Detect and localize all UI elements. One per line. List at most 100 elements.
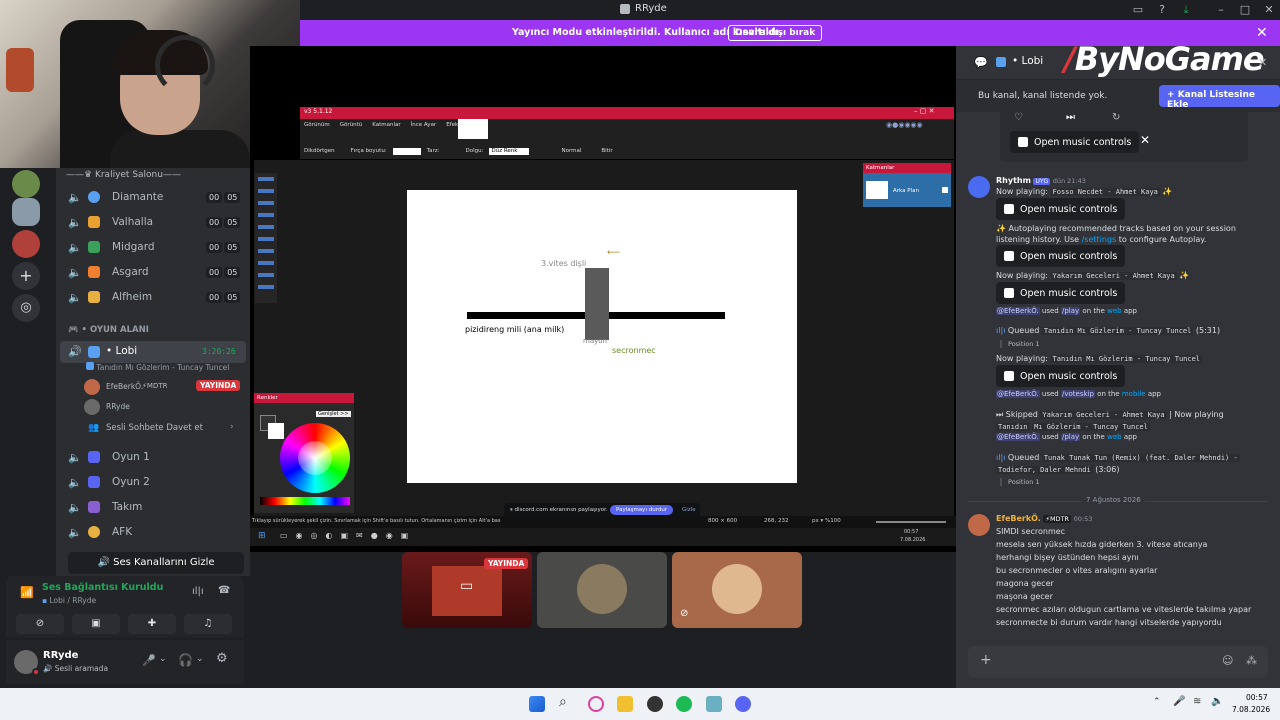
- stream-tile-screenshare[interactable]: ▭ YAYINDA: [402, 552, 532, 628]
- avatar[interactable]: [968, 514, 990, 536]
- member-efeberko[interactable]: EfeBerkÖ. ⚡MDTR YAYINDA: [84, 378, 244, 396]
- explore-icon[interactable]: ◎: [12, 294, 40, 322]
- help-icon[interactable]: ?: [1155, 3, 1169, 17]
- headphones-icon[interactable]: 🎧: [178, 653, 193, 667]
- app-icon-network[interactable]: [706, 696, 722, 712]
- channel-oyun-1[interactable]: 🔈 Oyun 1: [56, 447, 250, 469]
- channel-takim[interactable]: 🔈 Takım: [56, 497, 250, 519]
- server-icon-3[interactable]: [12, 230, 40, 258]
- channel-midgard[interactable]: 🔈 Midgard 00 05: [56, 237, 250, 259]
- open-music-controls-button[interactable]: Open music controls: [996, 282, 1126, 304]
- category-oyun-alani[interactable]: 🎮 • OYUN ALANI: [68, 325, 149, 335]
- minimize-icon[interactable]: –: [1214, 3, 1228, 17]
- tool-rectangle[interactable]: Dikdörtgen: [304, 148, 335, 155]
- invite-to-voice[interactable]: 👥 Sesli Sohbete Davet et ›: [84, 421, 244, 437]
- apps-icon[interactable]: ⁂: [1246, 654, 1257, 667]
- refresh-icon[interactable]: ↻: [1112, 112, 1120, 123]
- hide-voice-channels-button[interactable]: 🔊 Ses Kanallarını Gizle: [68, 552, 244, 574]
- stop-sharing-button[interactable]: Paylaşmayı durdur: [610, 505, 674, 515]
- inbox-icon[interactable]: ▭: [1131, 3, 1145, 17]
- color-palette[interactable]: [260, 497, 350, 505]
- add-to-channel-list-button[interactable]: + Kanal Listesine Ekle: [1159, 85, 1280, 110]
- menu-adjust[interactable]: İnce Ayar: [411, 122, 437, 128]
- layer-visible-checkbox[interactable]: [942, 187, 948, 193]
- menu-view[interactable]: Görünüm: [304, 122, 330, 128]
- clock-time[interactable]: 00:57: [1246, 693, 1268, 702]
- paint-thumbnail[interactable]: [458, 119, 488, 139]
- zoom-slider[interactable]: [876, 521, 946, 523]
- search-icon[interactable]: ⌕: [559, 694, 567, 710]
- open-music-controls-button[interactable]: Open music controls: [996, 198, 1126, 220]
- blend-mode[interactable]: Normal: [561, 148, 581, 155]
- member-rryde[interactable]: RRyde: [84, 398, 244, 416]
- paint-window-controls[interactable]: – ▢ ✕: [914, 107, 934, 115]
- message-input[interactable]: + ☺ ⁂: [968, 646, 1268, 678]
- finish-button[interactable]: Bitir: [601, 148, 612, 155]
- close-chat-icon[interactable]: ✕: [1258, 56, 1267, 69]
- bot-name[interactable]: Rhythm: [996, 176, 1031, 185]
- microphone-icon[interactable]: 🎤: [142, 654, 156, 667]
- discord-icon[interactable]: [735, 696, 751, 712]
- soundboard-button[interactable]: ♫: [184, 614, 232, 634]
- spotify-icon[interactable]: [676, 696, 692, 712]
- channel-valhalla[interactable]: 🔈 Valhalla 00 05: [56, 212, 250, 234]
- secondary-color[interactable]: [268, 423, 284, 439]
- activities-button[interactable]: ✚: [128, 614, 176, 634]
- open-music-controls-button[interactable]: Open music controls: [1010, 131, 1140, 153]
- participant-tile-rryde[interactable]: ⊘: [672, 552, 802, 628]
- color-wheel[interactable]: [280, 423, 350, 493]
- server-icon-2[interactable]: [12, 198, 40, 226]
- menu-image[interactable]: Görüntü: [340, 122, 363, 128]
- fill-select[interactable]: Düz Renk: [489, 148, 530, 155]
- chevron-down-icon[interactable]: ⌄: [196, 654, 204, 664]
- menu-layers[interactable]: Katmanlar: [372, 122, 400, 128]
- clock-date[interactable]: 7.08.2026: [1232, 705, 1270, 714]
- close-icon[interactable]: ✕: [1262, 3, 1276, 17]
- close-x-icon[interactable]: ✕: [1140, 133, 1150, 147]
- open-music-controls-button[interactable]: Open music controls: [996, 245, 1126, 267]
- chevron-up-icon[interactable]: ⌃: [1153, 697, 1161, 707]
- volume-icon[interactable]: 🔈: [1211, 696, 1223, 707]
- paint-canvas[interactable]: 3.vites dişli ⟵ pizidireng mili (ana mil…: [407, 190, 797, 483]
- add-attachment-icon[interactable]: +: [980, 652, 992, 668]
- skip-icon[interactable]: ⏭: [1066, 112, 1075, 123]
- download-icon[interactable]: ⤓: [1179, 3, 1193, 17]
- chat-bubble-icon[interactable]: 💬: [974, 56, 988, 69]
- channel-asgard[interactable]: 🔈 Asgard 00 05: [56, 262, 250, 284]
- screen-share-button[interactable]: ▣: [72, 614, 120, 634]
- open-music-controls-button[interactable]: Open music controls: [996, 365, 1126, 387]
- colors-expand-button[interactable]: Genişlet >>: [316, 411, 351, 417]
- camera-off-button[interactable]: ⊘: [16, 614, 64, 634]
- opera-icon[interactable]: [588, 696, 604, 712]
- wifi-icon[interactable]: ≋: [1193, 696, 1201, 707]
- microphone-icon[interactable]: 🎤: [1173, 696, 1185, 707]
- hide-voice-label: Ses Kanallarını Gizle: [113, 557, 215, 568]
- voice-status[interactable]: Ses Bağlantısı Kuruldu: [42, 582, 163, 593]
- message-author[interactable]: EfeBerkÖ.: [996, 514, 1041, 523]
- channel-afk[interactable]: 🔈 AFK: [56, 522, 250, 544]
- chevron-down-icon[interactable]: ⌄: [159, 654, 167, 664]
- channel-oyun-2[interactable]: 🔈 Oyun 2: [56, 472, 250, 494]
- add-server-icon[interactable]: +: [12, 262, 40, 290]
- channel-diamante[interactable]: 🔈 Diamante 00 05: [56, 187, 250, 209]
- channel-alfheim[interactable]: 🔈 Alfheim 00 05: [56, 287, 250, 309]
- tool-icons[interactable]: [258, 177, 274, 297]
- heart-icon[interactable]: ♡: [1014, 112, 1023, 123]
- layer-thumbnail[interactable]: [866, 181, 888, 199]
- gear-icon[interactable]: ⚙: [216, 651, 228, 666]
- emoji-icon[interactable]: ☺: [1222, 654, 1233, 667]
- disconnect-icon[interactable]: ☎: [218, 585, 230, 596]
- hide-notice-button[interactable]: Gizle: [682, 507, 696, 513]
- disable-streamer-mode-button[interactable]: Devre dışı bırak: [728, 25, 823, 41]
- participant-tile-efeberko[interactable]: [537, 552, 667, 628]
- noise-suppression-icon[interactable]: ıl|ı: [192, 586, 204, 597]
- file-explorer-icon[interactable]: [617, 696, 633, 712]
- avatar[interactable]: [968, 176, 990, 198]
- maximize-icon[interactable]: □: [1238, 3, 1252, 17]
- brush-size-input[interactable]: [392, 148, 421, 155]
- server-icon-1[interactable]: [12, 170, 40, 198]
- app-icon-dark[interactable]: [647, 696, 663, 712]
- channel-lobi-active[interactable]: 🔊 • Lobi 3:20:26: [60, 341, 246, 363]
- banner-close-icon[interactable]: ✕: [1256, 25, 1268, 41]
- windows-start-icon[interactable]: [529, 696, 545, 712]
